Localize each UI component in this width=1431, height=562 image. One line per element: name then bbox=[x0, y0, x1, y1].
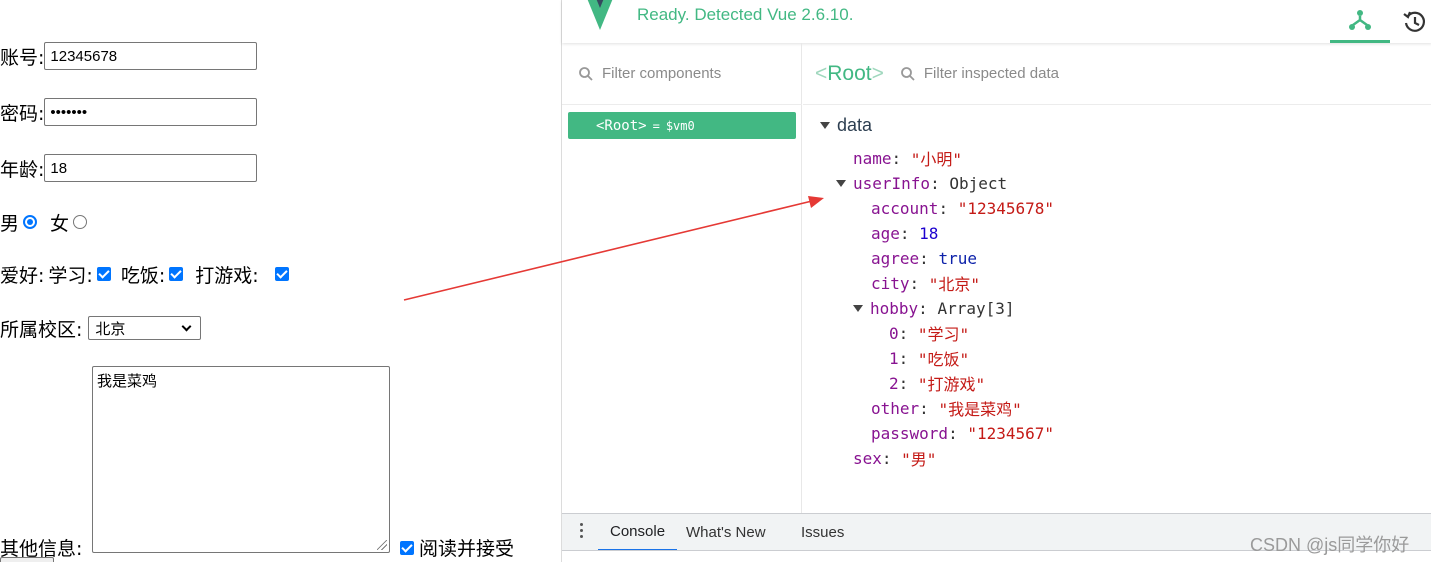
hobby-row: 爱好: 学习: 吃饭: 打游戏: bbox=[0, 260, 293, 288]
screenshot: 账号: 密码: 年龄: 男 女 爱好: 学习: 吃饭: 打游戏: 所属校区: bbox=[0, 0, 1431, 562]
filter-data-input[interactable]: Filter inspected data bbox=[924, 65, 1059, 82]
female-label: 女 bbox=[50, 212, 70, 235]
filter-components-row[interactable]: Filter components bbox=[562, 43, 802, 105]
gender-row: 男 女 bbox=[0, 208, 90, 236]
campus-row: 所属校区: 北京 bbox=[0, 314, 202, 342]
hobby-study-checkbox[interactable] bbox=[96, 267, 111, 281]
campus-select-value: 北京 bbox=[95, 319, 126, 338]
hobby-eat-checkbox[interactable] bbox=[169, 267, 184, 281]
hobby-label: 爱好: bbox=[0, 264, 45, 287]
inspector-filter-row: <Root> Filter inspected data bbox=[803, 43, 1431, 105]
more-menu-icon[interactable] bbox=[580, 523, 584, 541]
password-row: 密码: bbox=[0, 98, 258, 126]
chevron-down-icon bbox=[181, 321, 192, 331]
devtools-header: Ready. Detected Vue 2.6.10. bbox=[562, 0, 1431, 43]
hobby-game-label: 打游戏: bbox=[195, 264, 259, 287]
inspector-pane: <Root> Filter inspected data data name: … bbox=[803, 43, 1431, 513]
tab-components[interactable] bbox=[1330, 0, 1390, 43]
vue-logo-icon bbox=[582, 0, 618, 30]
other-info-text: 我是菜鸡 bbox=[97, 372, 158, 390]
password-label: 密码: bbox=[0, 102, 45, 125]
female-radio[interactable] bbox=[73, 215, 88, 229]
expand-triangle-icon[interactable] bbox=[853, 304, 863, 312]
root-item-eq: = bbox=[652, 118, 660, 133]
password-input[interactable] bbox=[44, 98, 258, 126]
tree-row-account: account: "12345678" bbox=[871, 198, 1055, 218]
components-tree-icon bbox=[1349, 10, 1371, 30]
hobby-game-checkbox[interactable] bbox=[274, 267, 289, 281]
root-item-name: <Root> bbox=[596, 117, 647, 134]
hobby-study-label: 学习: bbox=[48, 264, 93, 287]
tree-row-password: password: "1234567" bbox=[871, 423, 1055, 443]
male-radio[interactable] bbox=[23, 215, 38, 229]
inspected-component-tag: <Root> bbox=[815, 61, 884, 85]
tree-row-hobby-1: 1: "吃饭" bbox=[889, 348, 970, 370]
tree-row-agree: agree: true bbox=[871, 248, 977, 268]
tree-row-sex: sex: "男" bbox=[853, 448, 937, 470]
agree-checkbox[interactable] bbox=[400, 540, 414, 555]
expand-triangle-icon[interactable] bbox=[836, 179, 846, 187]
watermark: CSDN @js同学你好 bbox=[1250, 535, 1410, 555]
campus-select[interactable]: 北京 bbox=[88, 316, 202, 340]
tab-console[interactable]: Console bbox=[598, 514, 678, 551]
agree-row: 阅读并接受 bbox=[400, 534, 514, 561]
devtools-status: Ready. Detected Vue 2.6.10. bbox=[637, 5, 854, 24]
search-icon bbox=[579, 66, 593, 81]
campus-label: 所属校区: bbox=[0, 318, 83, 341]
age-label: 年龄: bbox=[0, 158, 45, 181]
tree-row-hobby-2: 2: "打游戏" bbox=[889, 373, 986, 395]
history-icon bbox=[1403, 11, 1426, 32]
tree-row-name: name: "小明" bbox=[853, 148, 963, 170]
tab-issues[interactable]: Issues bbox=[801, 514, 844, 551]
hobby-eat-label: 吃饭: bbox=[120, 264, 166, 287]
submit-button[interactable] bbox=[0, 557, 54, 562]
component-root-item[interactable]: <Root> = $vm0 bbox=[568, 112, 796, 139]
tree-row-hobby-0: 0: "学习" bbox=[889, 323, 970, 345]
account-label: 账号: bbox=[0, 46, 45, 69]
tree-row-hobby[interactable]: hobby: Array[3] bbox=[853, 297, 1015, 319]
tab-whats-new[interactable]: What's New bbox=[686, 514, 766, 551]
age-input[interactable] bbox=[44, 154, 258, 182]
tree-row-age: age: 18 bbox=[871, 223, 939, 243]
tree-row-userinfo[interactable]: userInfo: Object bbox=[836, 172, 1007, 194]
tree-row-city: city: "北京" bbox=[871, 273, 981, 295]
male-label: 男 bbox=[0, 212, 20, 235]
root-item-vm: $vm0 bbox=[665, 118, 695, 133]
form-page: 账号: 密码: 年龄: 男 女 爱好: 学习: 吃饭: 打游戏: 所属校区: bbox=[0, 0, 561, 562]
components-pane: Filter components <Root> = $vm0 bbox=[562, 43, 802, 513]
tree-row-other: other: "我是菜鸡" bbox=[871, 398, 1022, 420]
vue-devtools-panel: Ready. Detected Vue 2.6.10. Filter compo… bbox=[561, 0, 1431, 562]
account-input[interactable] bbox=[44, 42, 258, 70]
age-row: 年龄: bbox=[0, 154, 258, 182]
tab-history[interactable] bbox=[1398, 0, 1431, 43]
other-info-textarea[interactable]: 我是菜鸡 bbox=[92, 366, 390, 553]
account-row: 账号: bbox=[0, 42, 258, 70]
expand-triangle-icon[interactable] bbox=[820, 121, 830, 129]
search-icon bbox=[900, 66, 915, 81]
agree-label: 阅读并接受 bbox=[419, 538, 515, 560]
resize-grip-icon[interactable] bbox=[377, 540, 387, 550]
filter-components-input[interactable]: Filter components bbox=[602, 65, 721, 82]
data-section-header[interactable]: data bbox=[820, 114, 872, 136]
